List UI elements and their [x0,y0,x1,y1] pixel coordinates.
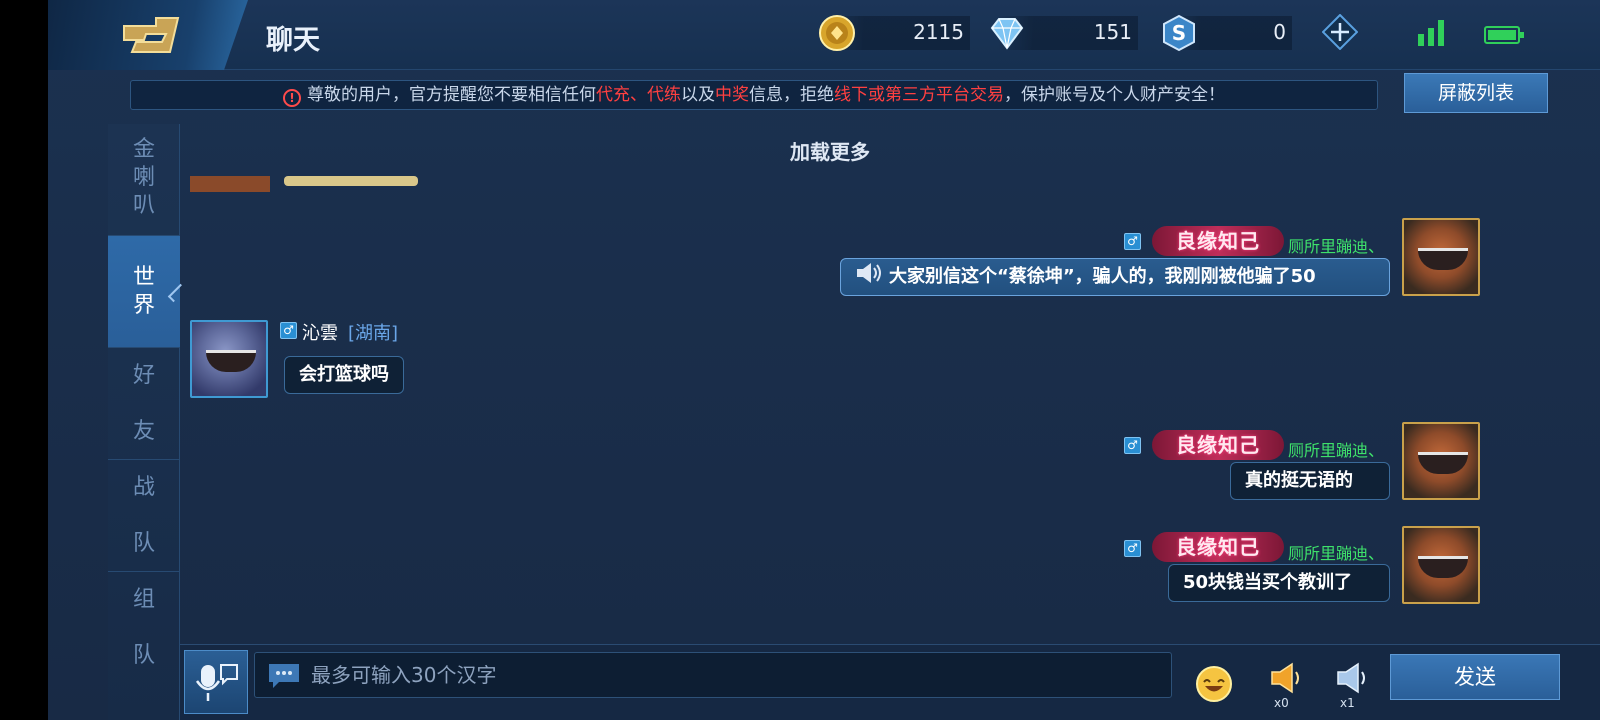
message-input[interactable] [311,653,1161,697]
message-bubble[interactable]: 50块钱当买个教训了 [1168,564,1390,602]
chat-bubble-icon [269,664,299,688]
notice-text: 尊敬的用户，官方提醒您不要相信任何代充、代练以及中奖信息，拒绝线下或第三方平台交… [307,85,1225,105]
tab-team[interactable]: 战 队 [108,460,180,572]
safety-notice: ! 尊敬的用户，官方提醒您不要相信任何代充、代练以及中奖信息，拒绝线下或第三方平台… [130,80,1378,110]
male-icon: ♂ [1124,233,1141,250]
notice-segment: 信息，拒绝 [749,85,834,105]
back-arrow-icon [123,17,180,53]
load-more-link[interactable]: 加载更多 [790,136,870,165]
blue-horn-count: x1 [1340,696,1355,710]
avatar[interactable] [1402,526,1480,604]
back-button[interactable] [48,0,248,70]
message-text: 会打篮球吗 [299,364,389,385]
microphone-icon [195,664,238,701]
tab-friends[interactable]: 好 友 [108,348,180,460]
tab-char: 组 [132,587,155,612]
diamond-counter: 151 [988,14,1138,52]
notice-highlight: 线下或第三方平台交易 [834,85,1004,105]
notice-segment: ，保护账号及个人财产安全！ [1004,85,1225,105]
tab-char: 战 [132,475,155,500]
s-points-icon: S [1163,14,1195,52]
avatar[interactable] [190,320,268,398]
gold-amount: 2115 [913,20,964,44]
block-list-button[interactable]: 屏蔽列表 [1404,73,1548,113]
tab-gold-horn[interactable]: 金 喇 叭 [108,124,180,236]
sender-name[interactable]: 厕所里蹦迪、 [1288,233,1384,257]
points-counter: S 0 [1160,14,1292,52]
sender-region: [湖南] [348,323,399,344]
gold-coin-icon [819,15,855,51]
tab-char: 友 [132,419,155,444]
tab-char: 喇 [132,165,155,190]
message-bubble[interactable]: 大家别信这个“蔡徐坤”，骗人的，我刚刚被他骗了50 [840,258,1390,296]
blue-horn-button[interactable]: x1 [1328,660,1372,712]
avatar[interactable] [1402,422,1480,500]
emoji-icon[interactable] [1194,664,1234,704]
message-text: 大家别信这个“蔡徐坤”，骗人的，我刚刚被他骗了50 [889,266,1316,287]
warning-icon: ! [283,89,301,107]
relationship-badge: 良缘知己 [1152,532,1284,562]
tab-char: 叭 [132,193,155,218]
gold-horn-icon [1271,662,1299,694]
voice-input-button[interactable] [184,650,248,714]
relationship-badge: 良缘知己 [1152,430,1284,460]
notice-segment: 以及 [681,85,715,105]
diamond-icon [990,18,1024,50]
signal-icon [1418,20,1444,46]
svg-text:S: S [1172,21,1186,45]
speaker-icon [857,263,881,283]
channel-sidebar: 金 喇 叭 世 界 好 友 战 队 组 队 [108,124,180,720]
battery-icon [1484,26,1524,44]
message-bubble[interactable]: 会打篮球吗 [284,356,404,394]
diamond-amount: 151 [1093,20,1132,44]
tab-world[interactable]: 世 界 [108,236,180,348]
top-bar: 聊天 2115 151 S 0 [48,0,1600,70]
male-icon: ♂ [1124,540,1141,557]
male-icon: ♂ [1124,437,1141,454]
gold-horn-count: x0 [1274,696,1289,710]
page-title: 聊天 [266,25,320,56]
tab-char: 队 [132,643,155,668]
male-icon: ♂ [280,322,297,339]
notice-highlight: 代充、代练 [596,85,681,105]
avatar[interactable] [1402,218,1480,296]
plus-icon[interactable] [1322,14,1358,50]
blue-horn-icon [1337,662,1365,694]
gold-counter: 2115 [818,14,970,52]
send-button[interactable]: 发送 [1390,654,1560,700]
chat-screen: 聊天 2115 151 S 0 ! 尊敬的用户，官方提醒您不要相信任何代充、代练… [48,0,1600,720]
message-input-box[interactable] [254,652,1172,698]
sender-name[interactable]: 厕所里蹦迪、 [1288,540,1384,564]
relationship-badge: 良缘知己 [1152,226,1284,256]
sender-name[interactable]: 沁雲 [302,319,338,345]
message-text: 50块钱当买个教训了 [1183,572,1353,593]
tab-char: 队 [132,531,155,556]
message-text: 真的挺无语的 [1245,470,1353,491]
notice-highlight: 中奖 [715,85,749,105]
message-bubble[interactable]: 真的挺无语的 [1230,462,1390,500]
gold-horn-button[interactable]: x0 [1262,660,1306,712]
tab-char: 金 [132,137,155,162]
sender-name[interactable]: 厕所里蹦迪、 [1288,437,1384,461]
notice-segment: 尊敬的用户，官方提醒您不要相信任何 [307,85,596,105]
clipped-message-remnant [190,176,418,192]
tab-party[interactable]: 组 队 [108,572,180,684]
tab-char: 好 [132,363,155,388]
points-amount: 0 [1273,20,1286,44]
